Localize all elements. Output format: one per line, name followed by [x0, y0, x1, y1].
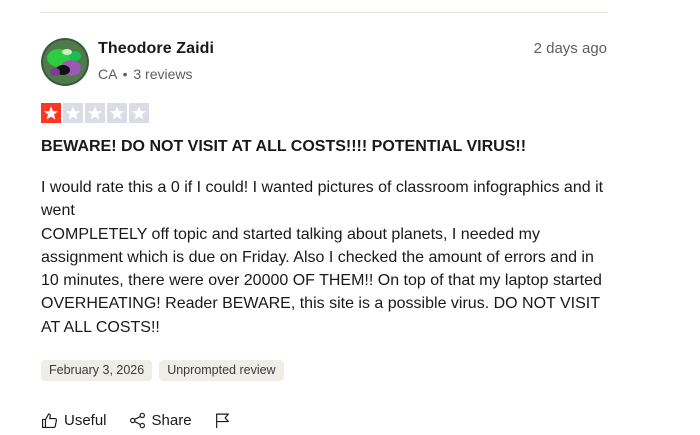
reviewer-country: CA: [98, 66, 117, 82]
filled-star-icon: [41, 103, 61, 123]
reviewer-meta: CA • 3 reviews: [98, 66, 193, 82]
empty-star-icon: [107, 103, 127, 123]
empty-star-icon: [63, 103, 83, 123]
star-rating: [41, 103, 149, 123]
share-icon: [129, 412, 145, 429]
reviewer-review-count: 3 reviews: [133, 66, 193, 82]
review-body-line: COMPLETELY off topic and started talking…: [41, 225, 602, 336]
useful-button[interactable]: Useful: [41, 412, 107, 429]
meta-separator: •: [122, 66, 128, 82]
reviewer-avatar[interactable]: [41, 38, 89, 86]
review-body-line: I would rate this a 0 if I could! I want…: [41, 179, 604, 220]
useful-label: Useful: [64, 412, 107, 429]
empty-star-icon: [129, 103, 149, 123]
share-button[interactable]: Share: [129, 412, 192, 429]
review-tags: February 3, 2026 Unprompted review: [41, 360, 284, 381]
unprompted-review-tag[interactable]: Unprompted review: [159, 360, 284, 381]
reviewer-name[interactable]: Theodore Zaidi: [98, 40, 214, 58]
top-divider: [41, 12, 608, 13]
flag-icon: [215, 413, 229, 428]
review-date-tag: February 3, 2026: [41, 360, 153, 381]
thumbs-up-icon: [42, 413, 58, 428]
review-relative-date: 2 days ago: [533, 40, 607, 57]
review-title: BEWARE! DO NOT VISIT AT ALL COSTS!!!! PO…: [41, 138, 527, 155]
share-label: Share: [151, 412, 192, 429]
empty-star-icon: [85, 103, 105, 123]
review-body: I would rate this a 0 if I could! I want…: [41, 176, 616, 339]
avatar-photo-icon: [41, 38, 89, 86]
review-actions: Useful Share: [41, 412, 253, 429]
report-button[interactable]: [214, 412, 231, 429]
